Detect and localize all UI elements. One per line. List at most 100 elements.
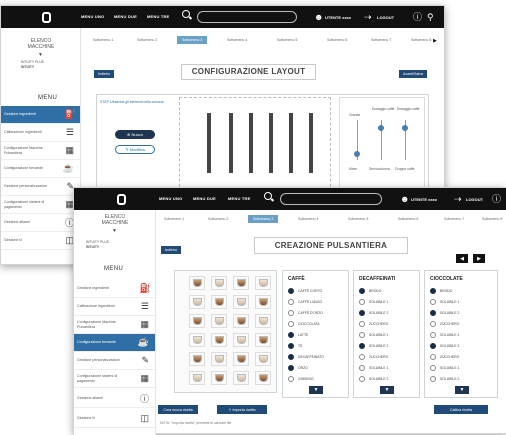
importa-ricetta-button[interactable]: ⇧ Importa ricetta [217,405,267,414]
sidebar-item-pagamento[interactable]: Configurazione sistemi di pagamento ▦ [74,370,155,388]
back-indietro-button[interactable]: Indietro [94,70,114,78]
drink-cup[interactable] [211,352,227,366]
option-orzo[interactable]: ORZO [288,365,308,371]
drink-cup[interactable] [233,276,249,290]
sidebar-item-pulsantiera[interactable]: Configurazione Machine Pulsantiera ▦ [1,142,80,160]
option-item[interactable]: SOLUBILE 2 [430,310,459,316]
drink-cup[interactable] [233,371,249,385]
user-icon[interactable]: ☻ [400,195,409,204]
option-te[interactable]: TÈ [288,343,302,349]
drink-cup[interactable] [211,371,227,385]
option-item[interactable]: SOLUBILE 1 [359,332,388,338]
nuovo-button[interactable]: ⊕ Nuovo [115,130,155,139]
tabs-next-icon[interactable]: ▶ [433,38,437,44]
calibra-ricetta-button[interactable]: Calibra ricetta [434,405,488,414]
sidebar-item-calibrazione[interactable]: Calibrazione ingredienti ☰ [1,124,80,142]
option-caffe-orzo[interactable]: CAFFÈ D'ORZO [288,310,323,316]
option-item[interactable]: SOLUBILE 1 [430,299,459,305]
option-item[interactable]: SOLUBILE 1 [359,365,388,371]
menu-uno[interactable]: MENU UNO [159,196,182,201]
drink-cup[interactable] [255,295,271,309]
drink-cup[interactable] [211,295,227,309]
search-icon[interactable] [264,192,272,200]
drink-cup[interactable] [255,333,271,347]
tab-sottomenu-2[interactable]: Sottomenu 2 [137,38,157,42]
tab-sottomenu-3[interactable]: Sottomenu 3 [248,215,279,223]
elenco-macchine[interactable]: ELENCO MACCHINE [19,38,63,50]
sidebar-item-allarmi[interactable]: Gestione allarmi ⓘ [1,214,80,232]
option-item[interactable]: SOLUBILE 2 [430,376,459,382]
option-item[interactable]: SOLUBILE 1 [359,299,388,305]
machine-dropdown-icon[interactable]: ▼ [112,228,117,234]
drink-cup[interactable] [189,352,205,366]
drink-cup[interactable] [255,371,271,385]
drink-cup[interactable] [189,314,205,328]
option-item[interactable]: SOLUBILE 1 [430,332,459,338]
option-item[interactable]: ZUCCHERO [430,354,459,360]
column-scroll-down-button[interactable]: ▼ [309,386,323,394]
option-item[interactable]: BRODO [359,288,381,294]
drink-cup[interactable] [255,314,271,328]
logout-icon[interactable]: ⇢ [364,13,372,22]
crea-nuova-ricetta-button[interactable]: Crea nuova ricetta [158,405,198,414]
user-label[interactable]: UTENTE xxxx [325,15,351,20]
option-item[interactable]: BRODO [430,288,452,294]
drink-cup[interactable] [189,295,205,309]
sidebar-item-gestione-ingredienti[interactable]: Gestione ingredienti ⛽ [1,106,80,124]
sidebar-item-bevande[interactable]: Configurazione bevande ☕ [74,334,155,352]
front-indietro-button[interactable]: Indietro [161,246,181,254]
tab-sottomenu-3[interactable]: Sottomenu 3 [177,36,208,44]
tab-sottomenu-7[interactable]: Sottomenu 7 [444,217,464,221]
column-scroll-down-button[interactable]: ▼ [380,386,394,394]
tab-sottomenu-8[interactable]: Sottomenu 8 [482,217,502,221]
tab-sottomenu-5[interactable]: Sottomenu 5 [348,217,368,221]
sidebar-item-bevande[interactable]: Configurazione bevande ☕ [1,160,80,178]
sidebar-item-lil[interactable]: Gestione lil ◫ [74,410,155,428]
menu-due[interactable]: MENU DUE [193,196,216,201]
sidebar-item-calibrazione[interactable]: Calibrazione ingredienti ☰ [74,298,155,316]
tab-sottomenu-4[interactable]: Sottomenu 4 [227,38,247,42]
drink-cup[interactable] [233,295,249,309]
option-item[interactable]: SOLUBILE 2 [430,343,459,349]
prev-arrow-button[interactable]: ◀ [456,254,468,263]
info-icon[interactable]: ⓘ [492,195,501,204]
option-item[interactable]: ZUCCHERO [430,321,459,327]
drink-cup[interactable] [233,314,249,328]
option-ginseng[interactable]: GINSENG [288,376,314,382]
column-scroll-down-button[interactable]: ▼ [455,386,469,394]
drink-cup[interactable] [211,314,227,328]
sidebar-item-lil[interactable]: Gestione lil ◫ [1,232,80,250]
option-item[interactable]: ZUCCHERO [359,321,388,327]
user-label[interactable]: UTENTE xxxx [411,197,437,202]
search-input[interactable] [197,11,297,23]
logout-icon[interactable]: ⇢ [454,195,462,204]
user-icon[interactable]: ☻ [314,13,323,22]
sidebar-item-personalizzazioni[interactable]: Gestione personalizzazioni ✎ [1,178,80,196]
option-caffe-corto[interactable]: CAFFÈ CORTO [288,288,322,294]
tab-sottomenu-6[interactable]: Sottomenu 6 [327,38,347,42]
search-icon[interactable] [182,10,190,18]
sidebar-item-allarmi[interactable]: Gestione allarmi ⓘ [74,390,155,408]
option-decaffeinato[interactable]: DECAFFEINATO [288,354,324,360]
option-latte[interactable]: LATTE [288,332,308,338]
sidebar-item-pulsantiera[interactable]: Configurazione Machine Pulsantiera ▦ [74,316,155,334]
modifica-button[interactable]: ✎ Modifica [115,145,155,154]
machine-dropdown-icon[interactable]: ▼ [38,52,43,58]
menu-uno[interactable]: MENU UNO [81,14,104,19]
tab-sottomenu-8[interactable]: Sottomenu 8 [411,38,431,42]
tab-sottomenu-5[interactable]: Sottomenu 5 [277,38,297,42]
drink-cup[interactable] [233,352,249,366]
search-input[interactable] [280,193,382,205]
tab-sottomenu-1[interactable]: Sottomenu 1 [93,38,113,42]
menu-due[interactable]: MENU DUE [114,14,137,19]
menu-tre[interactable]: MENU TRE [147,14,170,19]
drink-cup[interactable] [189,333,205,347]
logout-label[interactable]: LOGOUT [377,15,394,20]
info-icon[interactable]: ⓘ [413,13,422,22]
back-avanti-button[interactable]: Avanti/Salva [399,70,427,78]
sidebar-item-pagamento[interactable]: Configurazione sistemi di pagamento ▦ [1,196,80,214]
logout-label[interactable]: LOGOUT [466,197,483,202]
slider-knob[interactable] [402,125,408,131]
option-caffe-lungo[interactable]: CAFFÈ LUNGO [288,299,322,305]
drink-cup[interactable] [211,333,227,347]
